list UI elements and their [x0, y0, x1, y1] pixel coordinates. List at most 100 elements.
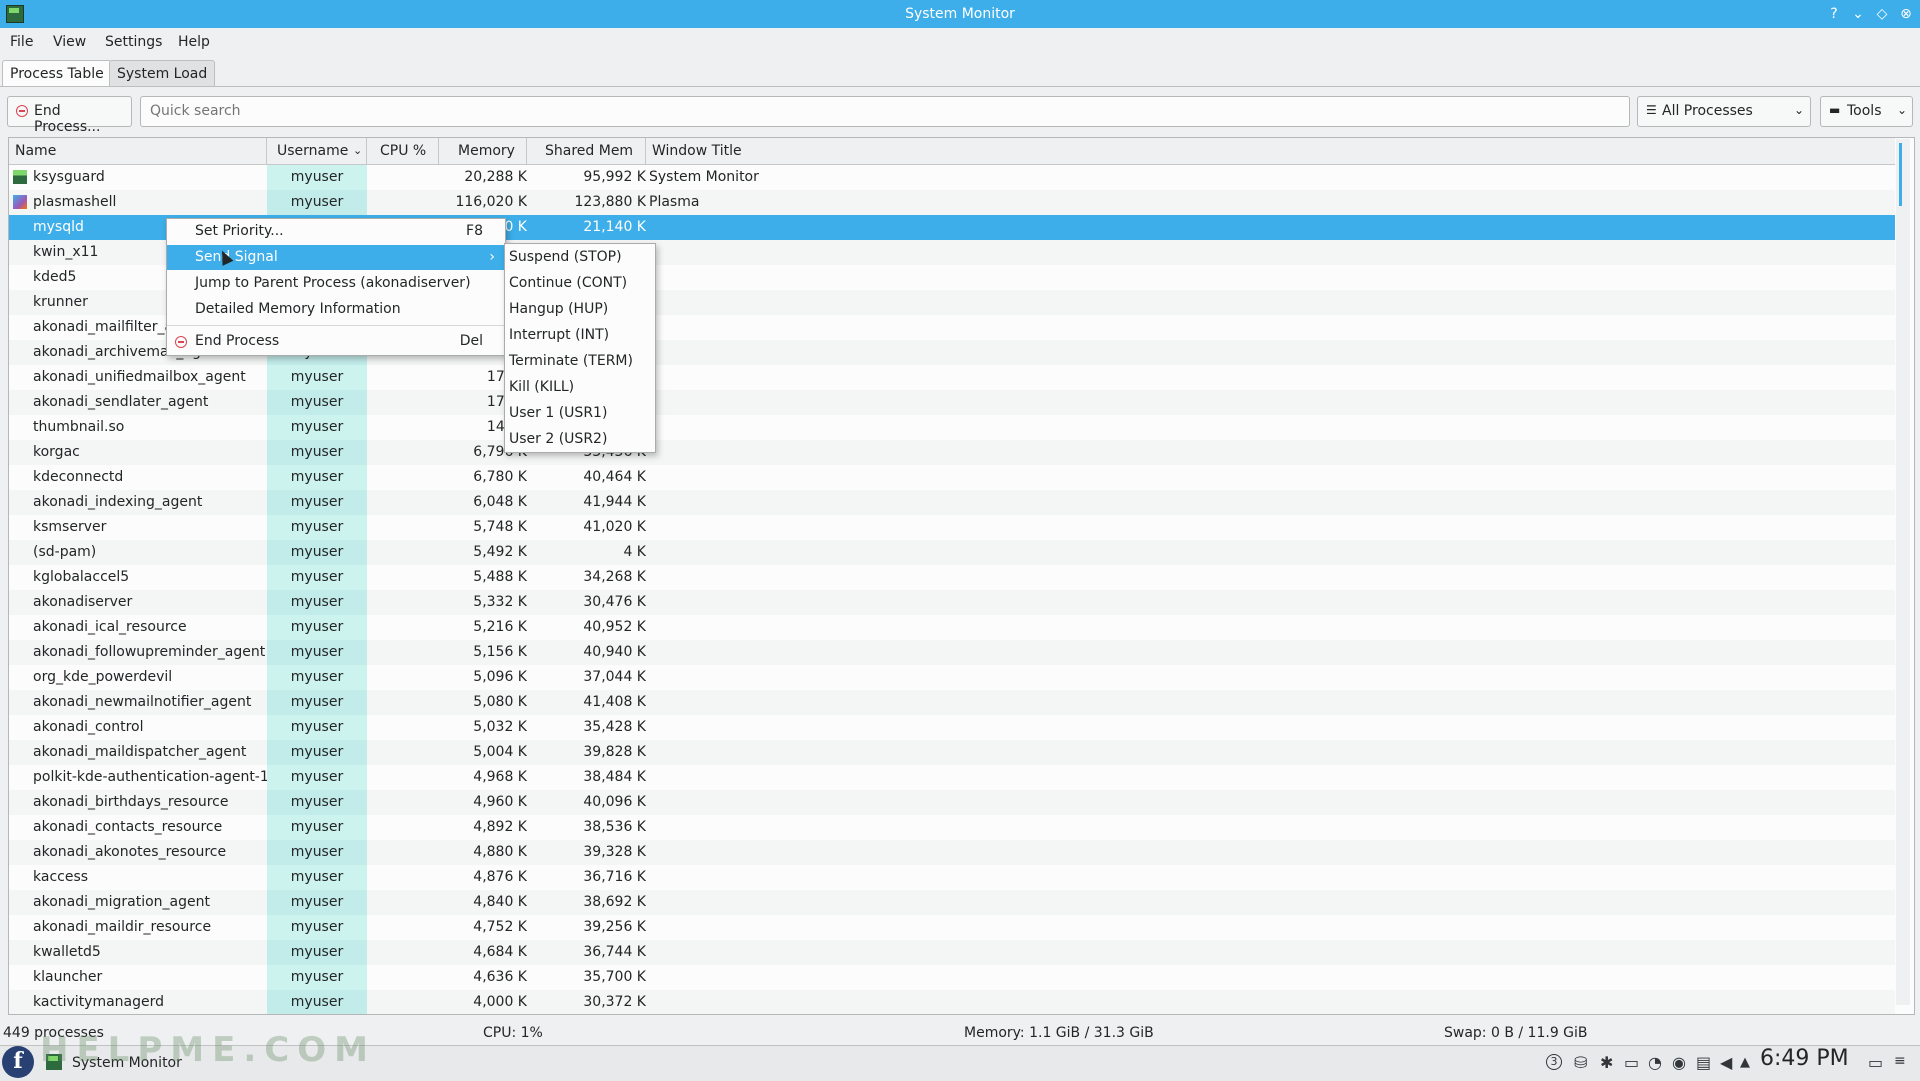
table-row[interactable]: kactivitymanagerd myuser 4,000 K 30,372 K: [9, 990, 1895, 1014]
table-row[interactable]: akonadi_ical_resource myuser 5,216 K 40,952…: [9, 615, 1895, 640]
clipboard-icon[interactable]: ▤: [1696, 1053, 1711, 1072]
cell-cpu: [367, 790, 439, 815]
cell-window-title: [649, 440, 1049, 465]
header-cpu[interactable]: CPU %: [367, 138, 439, 164]
table-row[interactable]: akonadi_birthdays_resource myuser 4,960 K 4…: [9, 790, 1895, 815]
table-row[interactable]: akonadi_control myuser 5,032 K 35,428 K: [9, 715, 1895, 740]
cell-username: myuser: [267, 365, 367, 390]
tab-system-load[interactable]: System Load: [109, 60, 216, 87]
signal-usr2[interactable]: User 2 (USR2): [505, 426, 655, 452]
table-row[interactable]: (sd-pam) myuser 5,492 K 4 K: [9, 540, 1895, 565]
menu-settings[interactable]: Settings: [105, 34, 162, 50]
vertical-scrollbar[interactable]: [1896, 139, 1910, 1005]
table-row[interactable]: akonadi_unifiedmailbox_agentmyuser17,68: [9, 365, 1895, 390]
header-shared-mem[interactable]: Shared Mem: [527, 138, 646, 164]
clock[interactable]: 6:49 PM: [1760, 1046, 1849, 1071]
cell-cpu: [367, 840, 439, 865]
signal-hup[interactable]: Hangup (HUP): [505, 296, 655, 322]
cell-username: myuser: [267, 665, 367, 690]
table-row[interactable]: kaccess myuser 4,876 K 36,716 K: [9, 865, 1895, 890]
status-cpu: CPU: 1%: [483, 1025, 543, 1041]
header-memory[interactable]: Memory: [439, 138, 527, 164]
cell-name: kglobalaccel5: [33, 569, 130, 585]
signal-label: User 2 (USR2): [509, 431, 608, 447]
watermark: HELPME.COM: [40, 1030, 376, 1070]
signal-kill[interactable]: Kill (KILL): [505, 374, 655, 400]
signal-int[interactable]: Interrupt (INT): [505, 322, 655, 348]
menu-set-priority[interactable]: Set Priority... F8: [167, 219, 505, 244]
table-row[interactable]: org_kde_powerdevil myuser 5,096 K 37,044 K: [9, 665, 1895, 690]
table-row[interactable]: akonadi_contacts_resource myuser 4,892 K 38…: [9, 815, 1895, 840]
table-row[interactable]: kglobalaccel5 myuser 5,488 K 34,268 K: [9, 565, 1895, 590]
table-row[interactable]: kdeconnectd myuser 6,780 K 40,464 K: [9, 465, 1895, 490]
tools-button[interactable]: ▬ Tools ⌄: [1820, 96, 1913, 127]
process-filter-select[interactable]: ☰ All Processes ⌄: [1637, 96, 1811, 127]
cell-window-title: [649, 665, 1049, 690]
table-row[interactable]: plasmashell myuser 116,020 K 123,880 K Plasm…: [9, 190, 1895, 215]
table-row[interactable]: polkit-kde-authentication-agent-1 myuser 4…: [9, 765, 1895, 790]
updates-icon[interactable]: ◉: [1672, 1053, 1686, 1072]
table-row[interactable]: thumbnail.somyuser14,59: [9, 415, 1895, 440]
signal-stop[interactable]: Suspend (STOP): [505, 244, 655, 270]
volume-icon[interactable]: ◀: [1720, 1053, 1732, 1072]
header-window-title[interactable]: Window Title: [646, 138, 1895, 164]
menu-item-shortcut: F8: [466, 223, 483, 239]
table-row[interactable]: akonadi_indexing_agent myuser 6,048 K 41,94…: [9, 490, 1895, 515]
network-icon[interactable]: ◔: [1648, 1053, 1662, 1072]
menu-file[interactable]: File: [10, 34, 33, 50]
panel-settings-icon[interactable]: ≡: [1894, 1053, 1906, 1069]
fedora-launcher-icon[interactable]: f: [2, 1046, 34, 1078]
cell-shared-mem: 30,476 K: [583, 594, 646, 610]
usb-icon[interactable]: ⛁: [1574, 1053, 1587, 1072]
table-row[interactable]: akonadi_akonotes_resource myuser 4,880 K 39…: [9, 840, 1895, 865]
table-row[interactable]: korgacmyuser6,796 K33,436 K: [9, 440, 1895, 465]
show-desktop-icon[interactable]: ▭: [1868, 1053, 1883, 1072]
expand-tray-icon[interactable]: ▲: [1740, 1055, 1750, 1070]
cell-cpu: [367, 665, 439, 690]
minimize-button[interactable]: ⌄: [1848, 4, 1868, 24]
cell-name: akonadi_unifiedmailbox_agent: [33, 369, 246, 385]
menu-view[interactable]: View: [53, 34, 86, 50]
table-row[interactable]: akonadi_followupreminder_agent myuser 5,15…: [9, 640, 1895, 665]
menu-end-process[interactable]: End Process Del: [167, 329, 505, 354]
signal-cont[interactable]: Continue (CONT): [505, 270, 655, 296]
signal-usr1[interactable]: User 1 (USR1): [505, 400, 655, 426]
cell-window-title: [649, 940, 1049, 965]
help-button[interactable]: ?: [1824, 4, 1844, 24]
chevron-down-icon: ⌄: [1897, 103, 1908, 117]
table-row[interactable]: akonadi_sendlater_agentmyuser17,57: [9, 390, 1895, 415]
menu-detailed-memory[interactable]: Detailed Memory Information: [167, 297, 505, 322]
menu-help[interactable]: Help: [178, 34, 210, 50]
cell-username: myuser: [267, 190, 367, 215]
end-process-button[interactable]: End Process...: [7, 96, 132, 135]
table-row[interactable]: akonadiserver myuser 5,332 K 30,476 K: [9, 590, 1895, 615]
bluetooth-icon[interactable]: ✱: [1600, 1053, 1613, 1072]
cell-username: myuser: [267, 615, 367, 640]
table-row[interactable]: akonadi_maildir_resource myuser 4,752 K 39,…: [9, 915, 1895, 940]
table-row[interactable]: ksmserver myuser 5,748 K 41,020 K: [9, 515, 1895, 540]
display-icon[interactable]: ▭: [1624, 1053, 1639, 1072]
tab-process-table[interactable]: Process Table: [2, 60, 112, 87]
cell-cpu: [367, 415, 439, 440]
header-username[interactable]: Username: [267, 138, 367, 164]
signal-term[interactable]: Terminate (TERM): [505, 348, 655, 374]
table-row[interactable]: akonadi_maildispatcher_agent myuser 5,004 …: [9, 740, 1895, 765]
scrollbar-thumb[interactable]: [1899, 143, 1902, 206]
window-title: System Monitor: [905, 6, 1015, 22]
cell-window-title: [649, 690, 1049, 715]
menu-item-shortcut: Del: [459, 333, 483, 349]
table-row[interactable]: akonadi_migration_agent myuser 4,840 K 38,6…: [9, 890, 1895, 915]
notification-count-icon[interactable]: 3: [1546, 1054, 1562, 1070]
search-input[interactable]: [148, 102, 1612, 120]
table-row[interactable]: kwalletd5 myuser 4,684 K 36,744 K: [9, 940, 1895, 965]
header-name[interactable]: Name: [9, 138, 267, 164]
search-box[interactable]: [140, 96, 1630, 127]
menu-jump-to-parent[interactable]: Jump to Parent Process (akonadiserver): [167, 271, 505, 296]
table-row[interactable]: klauncher myuser 4,636 K 35,700 K: [9, 965, 1895, 990]
close-button[interactable]: ⊗: [1896, 4, 1916, 24]
cell-name: kwalletd5: [33, 944, 101, 960]
table-row[interactable]: akonadi_newmailnotifier_agent myuser 5,080…: [9, 690, 1895, 715]
cell-shared-mem: 4 K: [623, 544, 646, 560]
table-row[interactable]: ksysguard myuser 20,288 K 95,992 K System Mo…: [9, 165, 1895, 190]
maximize-button[interactable]: ◇: [1872, 4, 1892, 24]
